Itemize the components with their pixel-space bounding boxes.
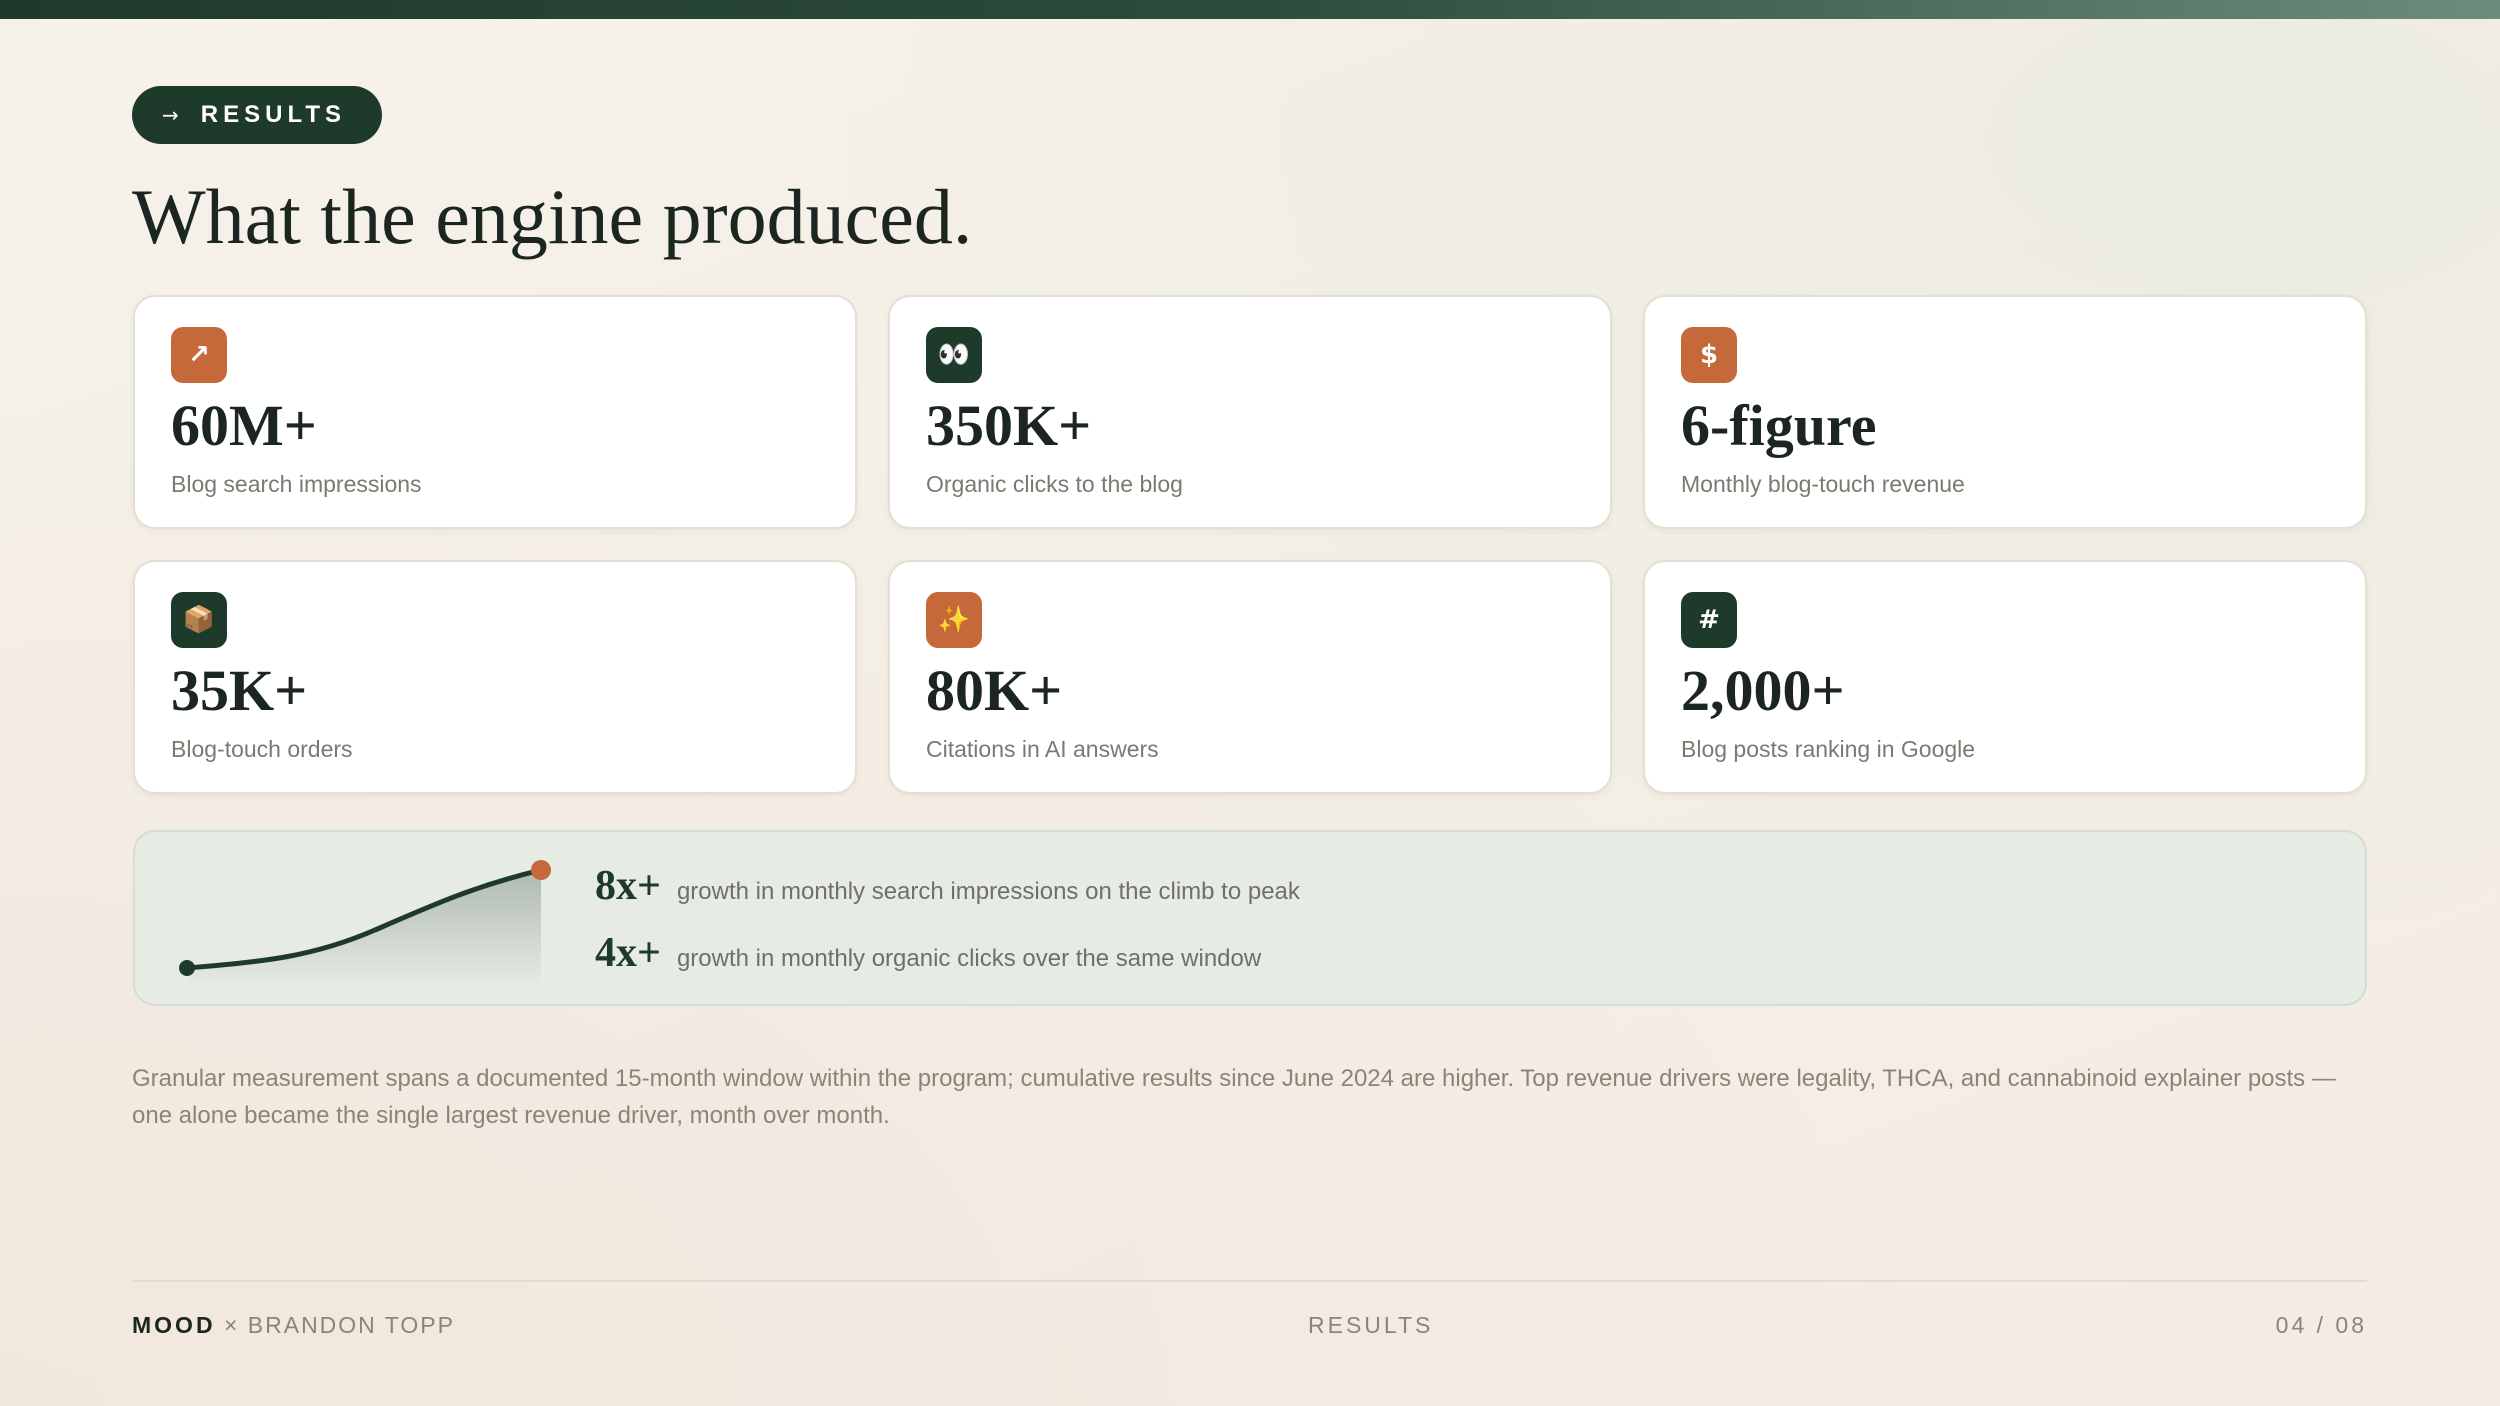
metric-card-citations: ✨ 80K+ Citations in AI answers [888,560,1612,794]
arrow-up-right-icon: ↗ [171,327,227,383]
eyes-icon: 👀 [926,327,982,383]
growth-panel: 8x+ growth in monthly search impressions… [133,830,2367,1006]
metric-value: 35K+ [171,658,308,723]
growth-row-impressions: 8x+ growth in monthly search impressions… [595,862,1300,910]
dollar-icon: $ [1681,327,1737,383]
metric-cards: ↗ 60M+ Blog search impressions 👀 350K+ O… [133,295,2367,794]
growth-value: 8x+ [595,863,661,909]
metric-card-orders: 📦 35K+ Blog-touch orders [133,560,857,794]
section-pill-label: RESULTS [200,101,346,128]
footer-section: RESULTS [1308,1312,1434,1338]
growth-text: growth in monthly organic clicks over th… [676,945,1262,972]
metric-label: Monthly blog-touch revenue [1681,471,1965,497]
growth-sparkline-icon [179,860,551,986]
sparkline-start-dot [179,960,195,976]
metric-label: Blog posts ranking in Google [1681,736,1976,762]
metric-label: Blog search impressions [171,471,422,497]
hash-icon: # [1681,592,1737,648]
metric-card-revenue: $ 6-figure Monthly blog-touch revenue [1643,295,2367,529]
metric-card-clicks: 👀 350K+ Organic clicks to the blog [888,295,1612,529]
footer-page-number: 04 / 08 [2275,1312,2367,1338]
footer-separator: × [215,1312,248,1338]
metric-label: Organic clicks to the blog [926,471,1183,497]
metric-value: 350K+ [926,393,1092,458]
metric-card-impressions: ↗ 60M+ Blog search impressions [133,295,857,529]
sparkles-icon: ✨ [926,592,982,648]
metric-value: 80K+ [926,658,1063,723]
footnote: Granular measurement spans a documented … [132,1065,2336,1129]
metric-label: Blog-touch orders [171,736,353,762]
section-pill: → RESULTS [132,86,382,144]
top-accent-bar [0,0,2500,19]
metric-value: 60M+ [171,393,317,458]
package-icon: 📦 [171,592,227,648]
growth-text: growth in monthly search impressions on … [676,878,1300,905]
sparkline-peak-dot [531,860,551,880]
page-title: What the engine produced. [132,173,973,260]
metric-value: 2,000+ [1681,658,1845,723]
growth-row-clicks: 4x+ growth in monthly organic clicks ove… [595,929,1261,977]
growth-value: 4x+ [595,930,661,976]
metric-card-rankings: # 2,000+ Blog posts ranking in Google [1643,560,2367,794]
metric-value: 6-figure [1681,393,1877,458]
arrow-right-icon: → [162,103,179,127]
footer-divider [132,1280,2367,1282]
footer-brand-name: MOOD [132,1312,216,1338]
footer-brand: MOOD × BRANDON TOPP [132,1312,455,1339]
footer-partner: BRANDON TOPP [247,1312,455,1338]
metric-label: Citations in AI answers [926,736,1159,762]
